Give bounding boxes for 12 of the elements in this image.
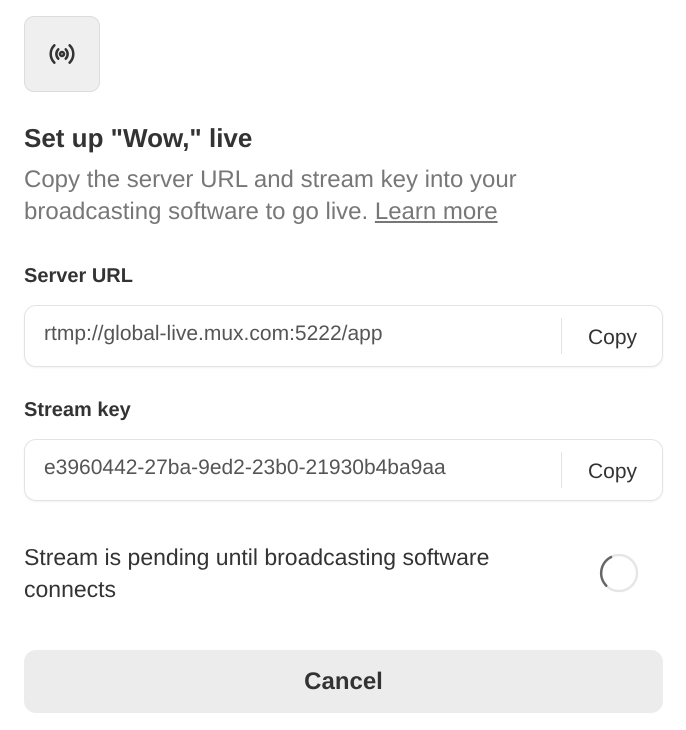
text-field[interactable]: rtmp://global-live.mux.com:5222/app Copy [24,305,663,367]
status-text: Stream is pending until broadcasting software connects [24,543,490,604]
broadcast-icon [24,16,100,92]
copy-button[interactable]: Copy [562,314,662,358]
copy-button[interactable]: Copy [562,448,662,492]
description-text: Copy the server URL and stream key into your broadcasting software to go live. Learn more [24,165,518,227]
field-label: Server URL [24,264,134,288]
field-label: Stream key [24,398,132,422]
learn-more-link[interactable]: Learn more [374,198,498,225]
text-field[interactable]: e3960442-27ba-9ed2-23b0-21930b4ba9aa Copy [24,439,663,501]
cancel-button[interactable]: Cancel [24,650,663,713]
dialog-title: Set up "Wow," live [24,122,254,154]
